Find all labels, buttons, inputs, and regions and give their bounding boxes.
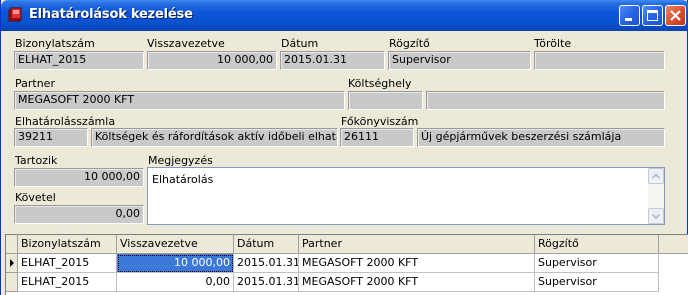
grid-header-partner[interactable]: Partner bbox=[299, 235, 535, 254]
tartozik-field[interactable]: 10 000,00 bbox=[14, 168, 144, 187]
window-title: Elhatárolások kezelése bbox=[29, 7, 193, 22]
tartozik-label: Tartozik bbox=[15, 154, 58, 167]
table-cell[interactable]: 2015.01.31 bbox=[234, 273, 299, 292]
rogzito-label: Rögzítő bbox=[389, 37, 430, 50]
visszavezetve-field[interactable]: 10 000,00 bbox=[147, 51, 277, 70]
table-cell[interactable]: ELHAT_2015 bbox=[18, 254, 117, 273]
scroll-up-button[interactable] bbox=[648, 168, 664, 184]
elhatarolasok-grid[interactable]: Bizonylatszám Visszavezetve Dátum Partne… bbox=[5, 234, 688, 295]
grid-header-filler bbox=[659, 235, 688, 254]
fokonyviszam-label: Főkönyviszám bbox=[341, 115, 419, 128]
main-window: Elhatárolások kezelése Bizonylatszám Vis… bbox=[0, 0, 688, 295]
minimize-icon bbox=[625, 18, 632, 21]
elhatarolasszamla-code-field[interactable]: 39211 bbox=[14, 128, 88, 147]
maximize-icon bbox=[647, 10, 658, 21]
partner-field[interactable]: MEGASOFT 2000 KFT bbox=[14, 91, 345, 110]
row-indicator[interactable] bbox=[6, 273, 18, 292]
fokonyviszam-name-field[interactable]: Új gépjárművek beszerzési számlája bbox=[417, 128, 665, 147]
maximize-button[interactable] bbox=[642, 5, 663, 26]
scroll-down-button[interactable] bbox=[648, 208, 664, 224]
scroll-up-icon bbox=[651, 173, 661, 179]
koltseghely-code-field[interactable] bbox=[348, 91, 423, 110]
table-cell[interactable]: MEGASOFT 2000 KFT bbox=[299, 273, 535, 292]
megjegyzes-text: Elhatárolás bbox=[152, 173, 214, 186]
megjegyzes-label: Megjegyzés bbox=[148, 154, 213, 167]
row-pointer-icon bbox=[10, 259, 14, 267]
elhatarolasszamla-name-field[interactable]: Költségek és ráfordítások aktív időbeli … bbox=[91, 128, 338, 147]
torolte-field[interactable] bbox=[534, 51, 665, 70]
fokonyviszam-code-field[interactable]: 26111 bbox=[340, 128, 414, 147]
scroll-down-icon bbox=[651, 213, 661, 220]
table-cell[interactable]: 2015.01.31 bbox=[234, 254, 299, 273]
row-indicator[interactable] bbox=[6, 254, 18, 273]
bizonylatszam-label: Bizonylatszám bbox=[15, 37, 95, 50]
torolte-label: Törölte bbox=[534, 37, 572, 50]
koltseghely-label: Költséghely bbox=[348, 77, 412, 90]
bizonylatszam-field[interactable]: ELHAT_2015 bbox=[14, 51, 144, 70]
grid-header-bizonylatszam[interactable]: Bizonylatszám bbox=[18, 235, 117, 254]
table-cell[interactable]: ELHAT_2015 bbox=[18, 273, 117, 292]
kovetel-field[interactable]: 0,00 bbox=[14, 205, 144, 224]
datum-label: Dátum bbox=[281, 37, 319, 50]
koltseghely-name-field[interactable] bbox=[426, 91, 665, 110]
title-bar[interactable]: Elhatárolások kezelése bbox=[1, 0, 688, 31]
kovetel-label: Követel bbox=[15, 191, 56, 204]
megjegyzes-textarea[interactable]: Elhatárolás bbox=[147, 167, 665, 225]
rogzito-field[interactable]: Supervisor bbox=[388, 51, 531, 70]
minimize-button[interactable] bbox=[619, 5, 640, 26]
table-cell-selected[interactable]: 10 000,00 bbox=[117, 254, 234, 273]
memo-scrollbar[interactable] bbox=[648, 168, 664, 224]
close-button[interactable] bbox=[665, 5, 686, 26]
grid-corner bbox=[6, 235, 18, 254]
elhatarolasszamla-label: Elhatárolásszámla bbox=[15, 115, 116, 128]
visszavezetve-label: Visszavezetve bbox=[147, 37, 225, 50]
grid-header-visszavezetve[interactable]: Visszavezetve bbox=[117, 235, 234, 254]
table-cell[interactable]: 0,00 bbox=[117, 273, 234, 292]
table-cell[interactable]: MEGASOFT 2000 KFT bbox=[299, 254, 535, 273]
partner-label: Partner bbox=[15, 77, 55, 90]
table-cell[interactable]: Supervisor bbox=[535, 254, 659, 273]
table-cell[interactable]: Supervisor bbox=[535, 273, 659, 292]
close-icon bbox=[670, 10, 681, 21]
grid-header-datum[interactable]: Dátum bbox=[234, 235, 299, 254]
app-book-icon bbox=[8, 7, 22, 22]
grid-header-rogzito[interactable]: Rögzítő bbox=[535, 235, 659, 254]
datum-field[interactable]: 2015.01.31 bbox=[280, 51, 385, 70]
